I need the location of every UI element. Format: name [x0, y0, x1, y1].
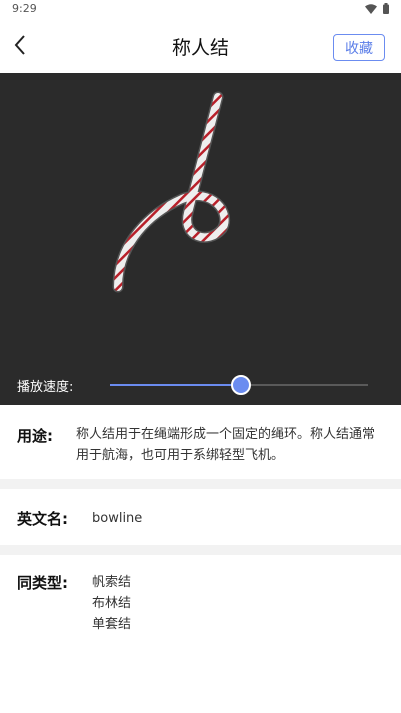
usage-label: 用途: [17, 427, 53, 445]
status-icons [365, 3, 389, 14]
section-divider [0, 545, 401, 555]
speed-label: 播放速度: [17, 380, 74, 395]
english-name-label: 英文名: [17, 510, 68, 528]
usage-section: 用途: 称人结用于在绳端形成一个固定的绳环。称人结通常用于航海，也可用于系绑轻型… [0, 405, 401, 479]
status-bar: 9:29 [0, 0, 401, 18]
similar-label: 同类型: [17, 574, 68, 592]
usage-text: 称人结用于在绳端形成一个固定的绳环。称人结通常用于航海，也可用于系绑轻型飞机。 [76, 427, 376, 463]
similar-item[interactable]: 单套结 [92, 614, 131, 635]
app-bar: 称人结 收藏 [0, 18, 401, 73]
section-divider [0, 479, 401, 489]
speed-slider[interactable] [110, 375, 368, 395]
bowline-knot-animation [112, 91, 231, 293]
similar-list: 帆索结 布林结 单套结 [92, 572, 131, 635]
english-name-section: 英文名: bowline [0, 489, 401, 545]
slider-fill [110, 384, 239, 386]
wifi-icon [365, 3, 377, 14]
slider-thumb[interactable] [231, 375, 251, 395]
knot-animation-player: 播放速度: [0, 73, 401, 405]
status-time: 9:29 [12, 2, 37, 15]
similar-item[interactable]: 布林结 [92, 593, 131, 614]
battery-icon [383, 3, 389, 14]
english-name-value: bowline [92, 511, 143, 526]
favorite-button[interactable]: 收藏 [333, 34, 385, 61]
similar-section: 同类型: 帆索结 布林结 单套结 [0, 555, 401, 713]
similar-item[interactable]: 帆索结 [92, 572, 131, 593]
